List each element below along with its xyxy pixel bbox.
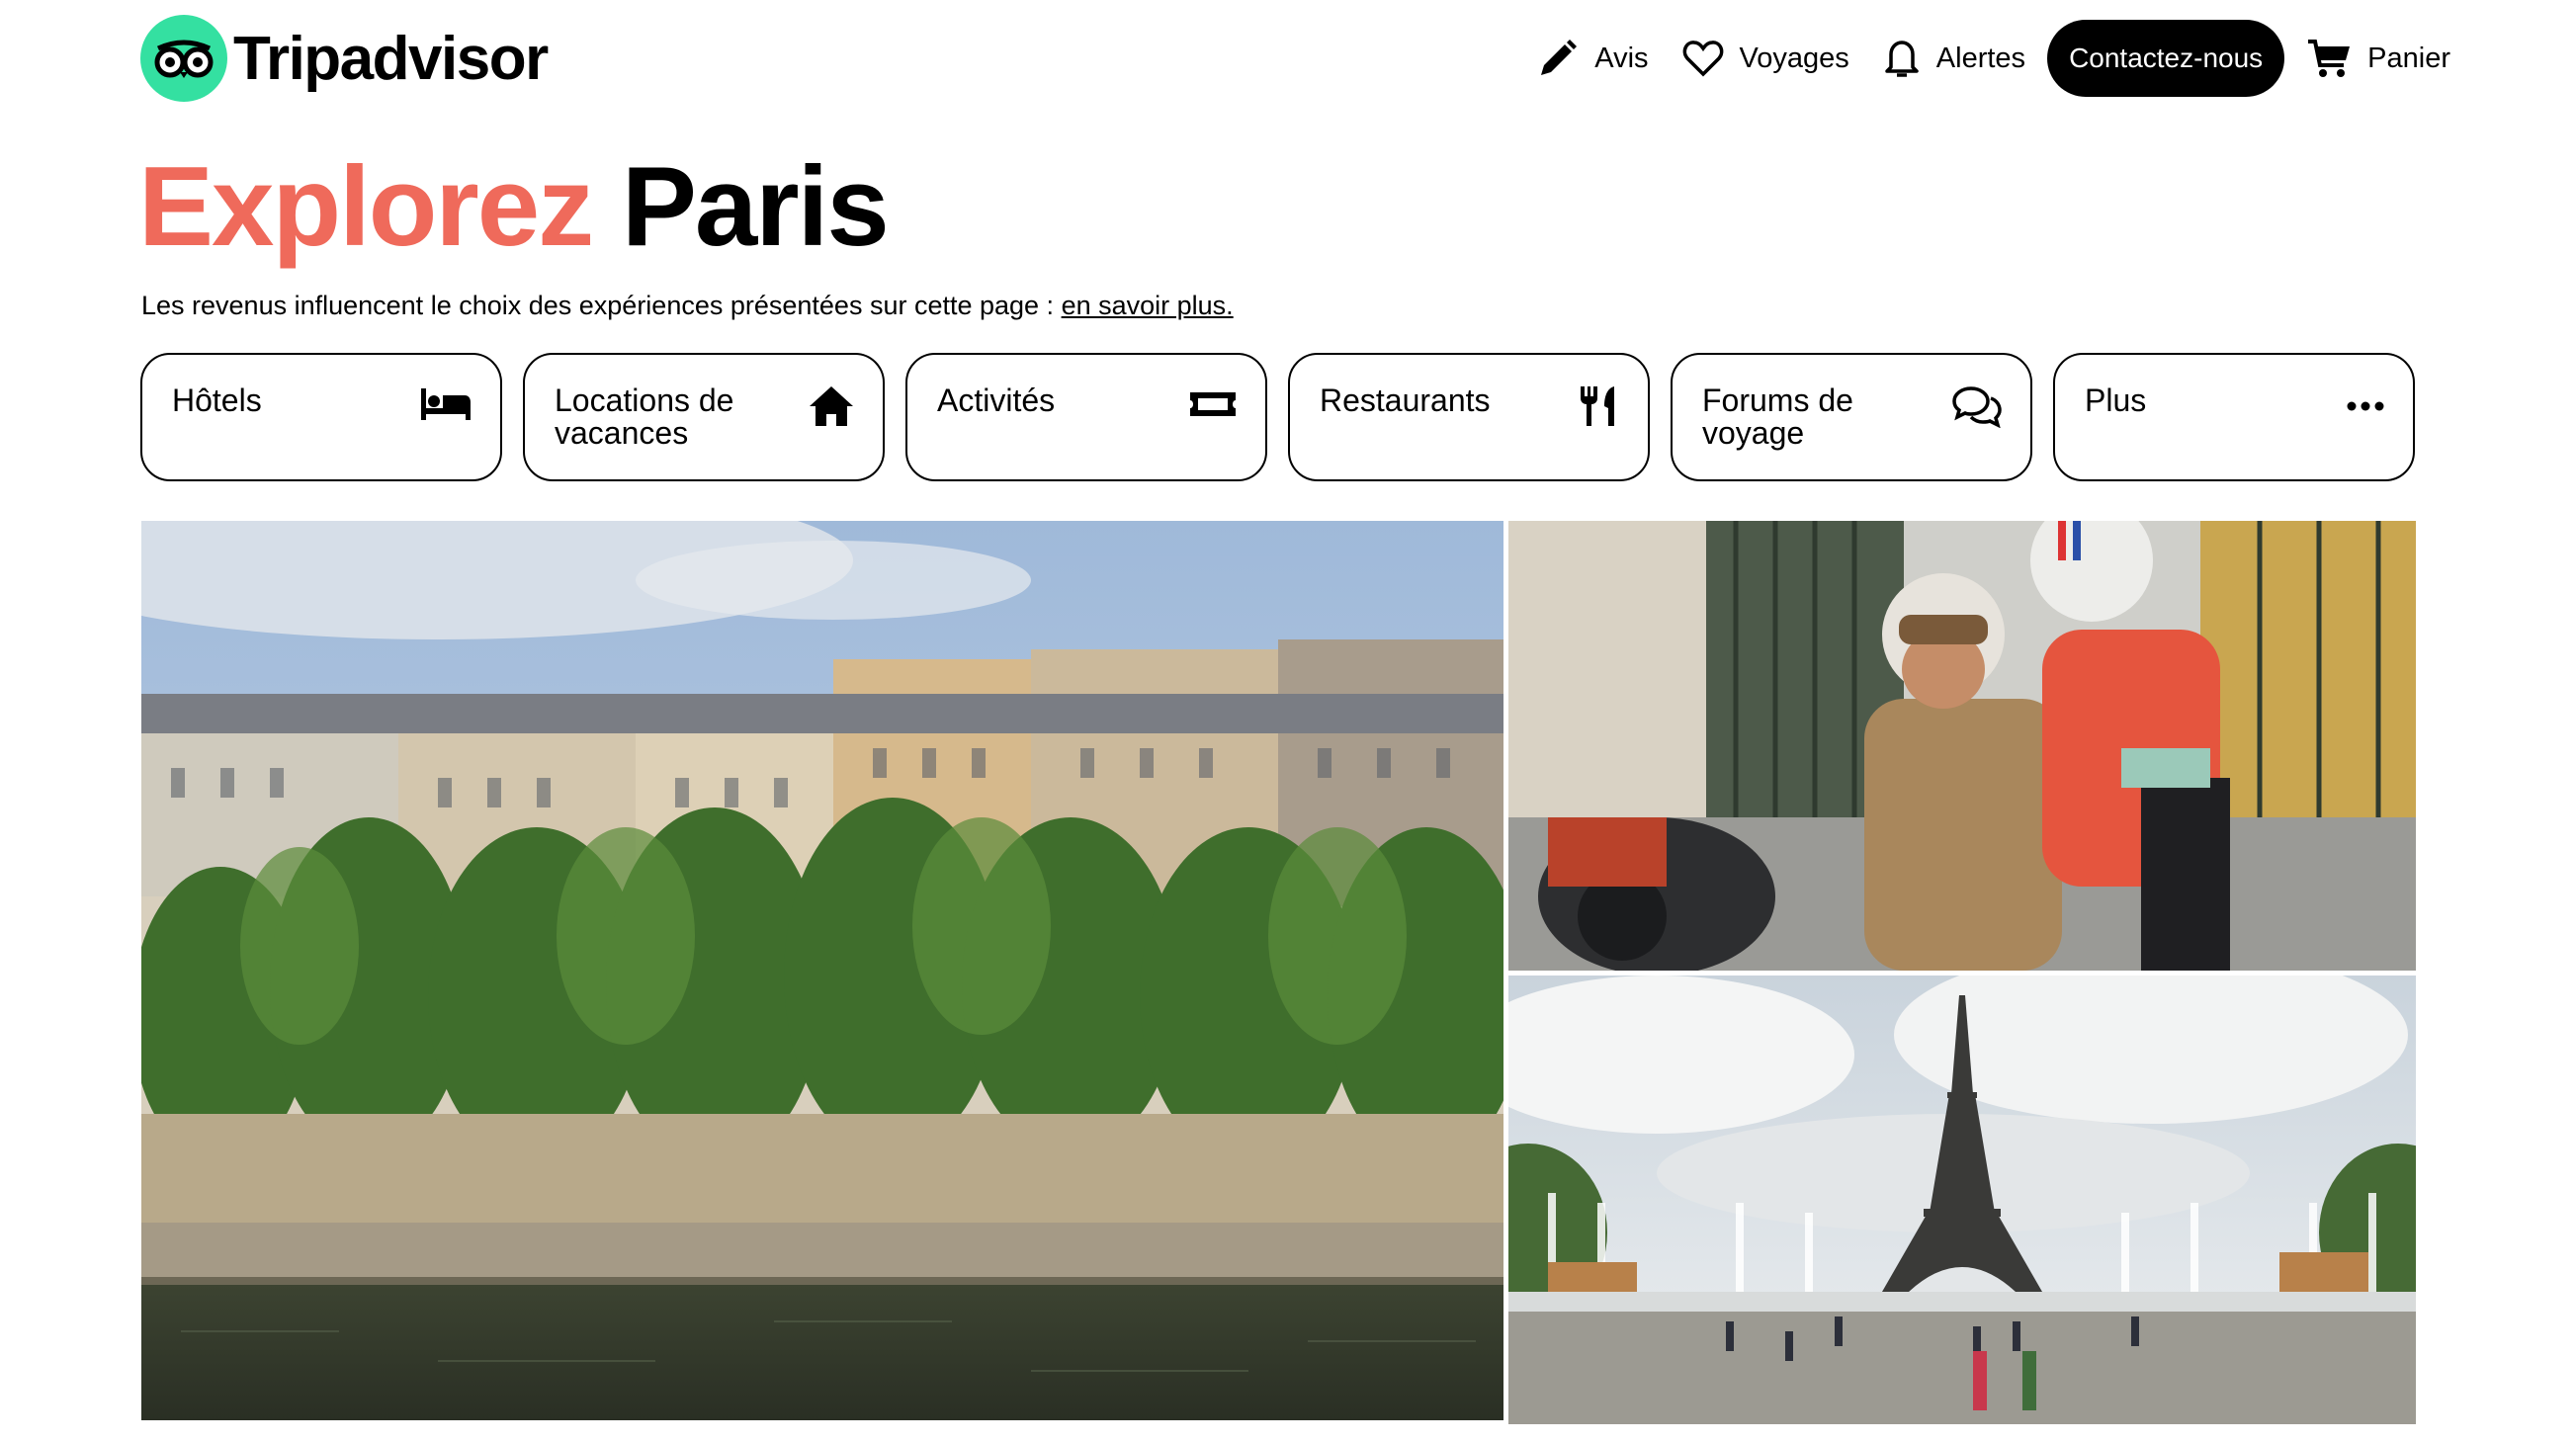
- nav-alertes-label: Alertes: [1935, 42, 2026, 74]
- eiffel-tower-photo[interactable]: [1508, 976, 2416, 1424]
- category-restaurants[interactable]: Restaurants: [1288, 353, 1650, 481]
- nav-alertes[interactable]: Alertes: [1883, 38, 2025, 79]
- category-hotels[interactable]: Hôtels: [140, 353, 502, 481]
- fork-knife-icon: [1581, 386, 1614, 426]
- category-label: Forums de voyage: [1702, 382, 1853, 451]
- heart-icon: [1682, 41, 1723, 77]
- house-icon: [810, 386, 853, 426]
- bed-icon: [421, 388, 471, 420]
- title-highlight: Explorez: [138, 144, 594, 270]
- page-title: Explorez Paris: [138, 138, 890, 277]
- category-label: Activités: [937, 382, 1056, 418]
- category-travel-forums[interactable]: Forums de voyage: [1671, 353, 2032, 481]
- pencil-icon: [1541, 40, 1578, 75]
- nav-avis[interactable]: Avis: [1537, 38, 1649, 79]
- category-label: Hôtels: [172, 382, 262, 418]
- category-activities[interactable]: Activités: [905, 353, 1267, 481]
- contact-button[interactable]: Contactez-nous: [2047, 20, 2285, 97]
- sidecar-tour-photo[interactable]: [1508, 521, 2416, 971]
- cart-icon: [2308, 40, 2351, 77]
- revenue-disclaimer: Les revenus influencent le choix des exp…: [141, 291, 1234, 321]
- nav-voyages[interactable]: Voyages: [1682, 39, 1849, 78]
- ticket-icon: [1190, 392, 1236, 416]
- category-vacation-rentals[interactable]: Locations de vacances: [523, 353, 885, 481]
- category-more[interactable]: Plus: [2053, 353, 2415, 481]
- bell-icon: [1885, 41, 1919, 77]
- nav-cart-label: Panier: [2367, 42, 2450, 74]
- nav-voyages-label: Voyages: [1739, 42, 1849, 74]
- logo-text: Tripadvisor: [233, 24, 549, 93]
- category-label: Plus: [2085, 382, 2147, 418]
- disclaimer-text: Les revenus influencent le choix des exp…: [141, 291, 1055, 320]
- top-nav: Avis Voyages Alertes Contactez-nous Pani…: [1503, 20, 2450, 97]
- learn-more-link[interactable]: en savoir plus.: [1062, 291, 1234, 320]
- owl-logo-icon: [140, 15, 227, 102]
- chat-bubbles-icon: [1952, 386, 2002, 428]
- nav-cart[interactable]: Panier: [2306, 38, 2450, 79]
- paris-seine-photo[interactable]: [141, 521, 1503, 1420]
- more-dots-icon: [2347, 401, 2384, 411]
- category-label: Restaurants: [1320, 382, 1491, 418]
- category-bar: Hôtels Locations de vacances Activités R…: [140, 353, 2436, 481]
- nav-avis-label: Avis: [1594, 42, 1649, 74]
- category-label: Locations de vacances: [555, 382, 734, 451]
- title-city: Paris: [621, 144, 890, 270]
- tripadvisor-logo[interactable]: Tripadvisor: [140, 15, 549, 102]
